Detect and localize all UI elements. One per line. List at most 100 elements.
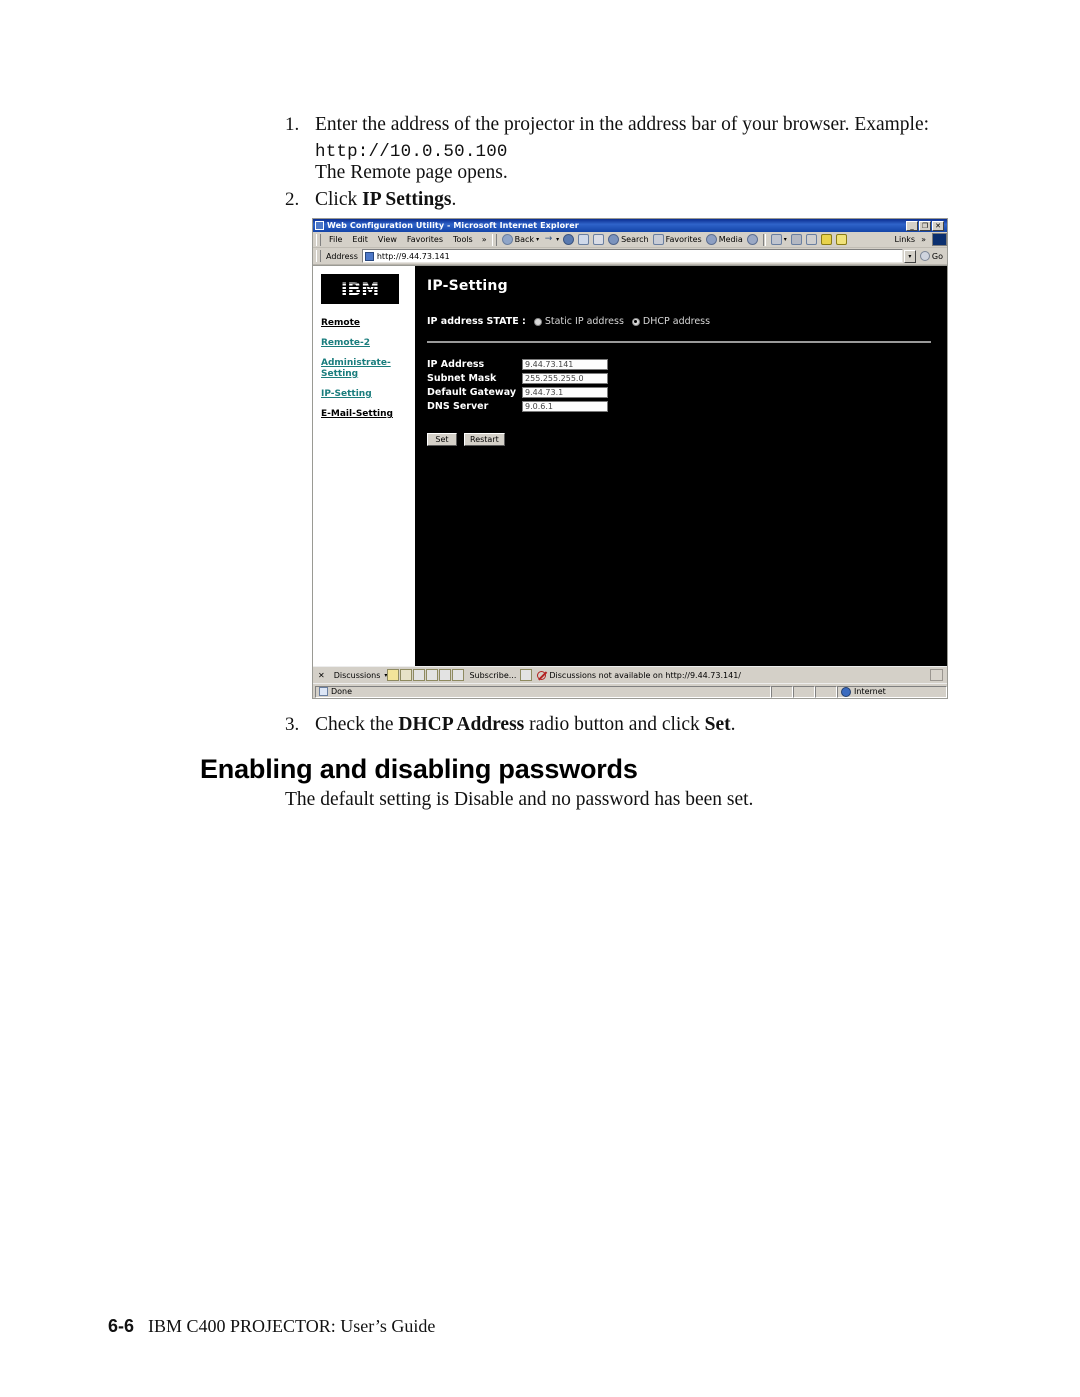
previous-discussion-icon[interactable] <box>413 669 426 681</box>
links-overflow-chevron-icon[interactable]: » <box>917 235 930 244</box>
media-label: Media <box>718 235 743 244</box>
next-discussion-icon[interactable] <box>426 669 439 681</box>
home-icon <box>593 234 605 245</box>
address-input[interactable]: http://9.44.73.141 <box>361 249 903 263</box>
sidebar-item-remote-2[interactable]: Remote-2 <box>321 338 413 349</box>
ibm-logo-text: IBM <box>340 278 380 300</box>
mail-button[interactable]: ▾ <box>769 234 789 245</box>
ip-settings-form: IP Address 9.44.73.141 Subnet Mask 255.2… <box>427 359 609 415</box>
step-2-number: 2. <box>285 189 300 210</box>
step-2: 2. Click IP Settings. <box>285 187 957 213</box>
radio-dhcp-address[interactable] <box>631 317 640 326</box>
previous-page-discussion-icon[interactable] <box>439 669 452 681</box>
go-icon <box>919 251 930 261</box>
ip-address-state-label: IP address STATE : <box>427 316 526 327</box>
sidebar-item-administrate-setting[interactable]: Administrate-Setting <box>321 358 413 380</box>
subnet-mask-cell: 255.255.255.0 <box>522 373 609 387</box>
address-value: http://9.44.73.141 <box>376 251 450 261</box>
browser-title-bar: Web Configuration Utility - Microsoft In… <box>313 219 947 232</box>
edit-button[interactable] <box>804 234 819 245</box>
dns-server-label: DNS Server <box>427 401 489 412</box>
messenger-icon <box>820 234 832 245</box>
restore-button[interactable]: ❐ <box>919 220 931 231</box>
sidebar-item-ip-setting[interactable]: IP-Setting <box>321 389 413 400</box>
sidebar-item-email-setting[interactable]: E-Mail-Setting <box>321 409 413 420</box>
forward-dropdown-chevron-icon[interactable]: ▾ <box>556 236 559 243</box>
sidebar-item-remote[interactable]: Remote <box>321 318 413 329</box>
menu-tools[interactable]: Tools <box>448 235 478 244</box>
discussions-close-icon[interactable]: ✕ <box>315 671 330 680</box>
security-zone-pane[interactable]: Internet <box>837 685 947 698</box>
links-toolbar[interactable]: Links » <box>895 235 932 244</box>
default-gateway-field[interactable]: 9.44.73.1 <box>522 387 609 398</box>
set-button[interactable]: Set <box>427 433 457 446</box>
footer-title: IBM C400 PROJECTOR: User’s Guide <box>148 1316 436 1336</box>
menu-overflow-chevron-icon[interactable]: » <box>478 235 491 244</box>
media-button[interactable]: Media <box>704 234 745 245</box>
toolbar-grip-handle[interactable] <box>491 233 497 246</box>
page-icon <box>364 251 374 261</box>
refresh-icon <box>578 234 590 245</box>
ip-address-cell: 9.44.73.141 <box>522 359 609 373</box>
menu-file[interactable]: File <box>324 235 347 244</box>
form-button-row: Set Restart <box>427 433 935 446</box>
minimize-button[interactable]: _ <box>906 220 918 231</box>
subnet-mask-field[interactable]: 255.255.255.0 <box>522 373 609 384</box>
stop-button[interactable] <box>561 234 576 245</box>
history-button[interactable] <box>745 234 760 245</box>
page-viewport: IBM Remote Remote-2 Administrate-Setting… <box>313 265 947 666</box>
insert-discussion-icon[interactable] <box>387 669 400 681</box>
go-label: Go <box>931 251 943 261</box>
close-button[interactable]: ✕ <box>932 220 944 231</box>
show-hide-discussion-pane-icon[interactable] <box>520 669 533 681</box>
messenger-button[interactable] <box>819 234 834 245</box>
discussions-menu[interactable]: Discussions <box>330 671 385 680</box>
step-1-number: 1. <box>285 114 300 135</box>
home-button[interactable] <box>591 234 606 245</box>
print-button[interactable] <box>789 234 804 245</box>
dns-server-field[interactable]: 9.0.6.1 <box>522 401 609 412</box>
step-3-number: 3. <box>285 714 300 735</box>
menu-edit[interactable]: Edit <box>347 235 373 244</box>
refresh-button[interactable] <box>576 234 591 245</box>
ip-address-field[interactable]: 9.44.73.141 <box>522 359 609 370</box>
ip-address-label: IP Address <box>427 359 485 370</box>
go-button[interactable]: Go <box>916 251 947 261</box>
default-gateway-cell: 9.44.73.1 <box>522 387 609 401</box>
print-icon <box>790 234 802 245</box>
back-dropdown-chevron-icon[interactable]: ▾ <box>536 236 539 243</box>
browser-status-bar: Done Internet <box>313 683 947 698</box>
insert-discussion-in-document-icon[interactable] <box>400 669 413 681</box>
back-label: Back <box>514 235 535 244</box>
restart-button[interactable]: Restart <box>464 433 505 446</box>
internet-zone-icon <box>841 686 851 697</box>
address-grip-handle[interactable] <box>316 250 321 262</box>
status-pane-2 <box>771 685 793 698</box>
address-dropdown-chevron-icon[interactable]: ▾ <box>903 249 916 263</box>
page-title: IP-Setting <box>427 278 508 294</box>
discussions-options-icon[interactable] <box>930 669 943 681</box>
stop-icon <box>563 234 575 245</box>
forward-button[interactable]: → ▾ <box>541 234 561 245</box>
subscribe-button[interactable]: Subscribe... <box>465 671 520 680</box>
discussions-warning: Discussions not available on http://9.44… <box>533 670 741 680</box>
navigation-frame: IBM Remote Remote-2 Administrate-Setting… <box>313 266 417 666</box>
menu-view[interactable]: View <box>373 235 402 244</box>
step-3: 3. Check the DHCP Address radio button a… <box>285 712 957 738</box>
mail-dropdown-chevron-icon[interactable]: ▾ <box>784 236 787 243</box>
media-icon <box>705 234 717 245</box>
forward-icon: → <box>544 234 553 244</box>
browser-menu-toolbar: File Edit View Favorites Tools » Back ▾ … <box>313 232 947 248</box>
favorites-button[interactable]: Favorites <box>651 234 704 245</box>
menu-grip-handle[interactable] <box>316 233 321 246</box>
back-button[interactable]: Back ▾ <box>500 234 541 245</box>
menu-favorites[interactable]: Favorites <box>402 235 448 244</box>
step-2-bold: IP Settings <box>362 189 452 210</box>
next-page-discussion-icon[interactable] <box>452 669 465 681</box>
search-button[interactable]: Search <box>606 234 650 245</box>
step-3-text-before: Check the <box>315 714 399 735</box>
msn-button[interactable] <box>834 234 849 245</box>
status-pane-4 <box>815 685 837 698</box>
favorites-label: Favorites <box>665 235 702 244</box>
radio-static-ip-address[interactable] <box>533 317 542 326</box>
